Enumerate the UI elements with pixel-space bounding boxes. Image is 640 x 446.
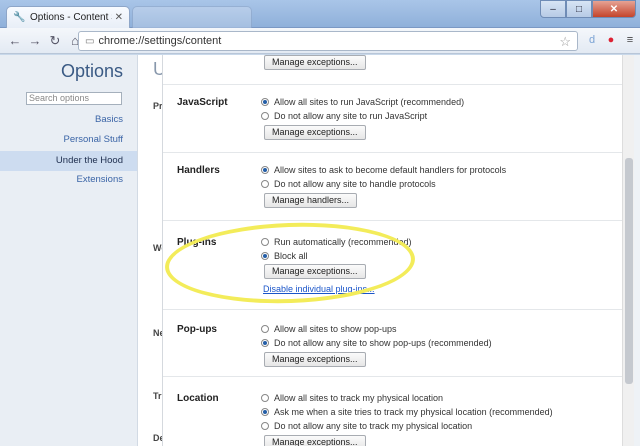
close-window-button[interactable]: ✕ xyxy=(592,0,636,18)
manage-handlers-button[interactable]: Manage handlers... xyxy=(264,193,358,208)
option-label: Do not allow any site to show pop-ups (r… xyxy=(274,338,492,348)
page-content: Options Search options Basics Personal S… xyxy=(0,55,640,446)
url-text: chrome://settings/content xyxy=(98,35,222,47)
back-icon[interactable]: ← xyxy=(6,32,24,50)
radio-unchecked-icon[interactable] xyxy=(261,422,269,430)
forward-icon[interactable]: → xyxy=(26,32,44,50)
wrench-menu-icon[interactable]: ≡ xyxy=(623,32,637,48)
radio-option[interactable]: Allow all sites to run JavaScript (recom… xyxy=(261,97,464,107)
tab-close-icon[interactable]: ✕ xyxy=(115,12,123,23)
option-label: Do not allow any site to run JavaScript xyxy=(274,111,428,121)
section-javascript: JavaScript Allow all sites to run JavaSc… xyxy=(163,84,623,152)
right-gutter xyxy=(634,55,640,446)
option-label: Do not allow any site to handle protocol… xyxy=(274,179,436,189)
tab-background[interactable] xyxy=(132,6,252,28)
reload-icon[interactable]: ↻ xyxy=(46,32,64,50)
wrench-icon: 🔧 xyxy=(13,11,26,23)
scrollbar-thumb[interactable] xyxy=(625,158,633,384)
section-handlers: Handlers Allow sites to ask to become de… xyxy=(163,152,623,220)
options-sidebar: Options Search options Basics Personal S… xyxy=(0,55,138,446)
manage-exceptions-button[interactable]: Manage exceptions... xyxy=(264,55,366,70)
section-location: Location Allow all sites to track my phy… xyxy=(163,376,623,446)
sidebar-item-extensions[interactable]: Extensions xyxy=(77,174,123,185)
radio-checked-icon[interactable] xyxy=(261,339,269,347)
extension-icons: d ● ≡ xyxy=(585,32,637,48)
radio-option[interactable]: Do not allow any site to run JavaScript xyxy=(261,111,427,121)
option-label: Do not allow any site to track my physic… xyxy=(274,421,473,431)
manage-exceptions-button[interactable]: Manage exceptions... xyxy=(264,352,366,367)
extension-d-icon[interactable]: d xyxy=(585,32,599,48)
tab-title: Options - Content Settings xyxy=(30,12,112,23)
section-label: JavaScript xyxy=(177,97,228,108)
sidebar-title: Options xyxy=(60,61,123,81)
radio-unchecked-icon[interactable] xyxy=(261,394,269,402)
bookmark-star-icon[interactable]: ☆ xyxy=(559,34,571,50)
radio-option[interactable]: Allow sites to ask to become default han… xyxy=(261,165,506,175)
minimize-button[interactable]: – xyxy=(540,0,566,18)
radio-option[interactable]: Ask me when a site tries to track my phy… xyxy=(261,407,553,417)
section-label: Pop-ups xyxy=(177,324,217,335)
background-label: Tr xyxy=(153,391,162,401)
radio-option[interactable]: Allow all sites to show pop-ups xyxy=(261,324,397,334)
sidebar-item-personal-stuff[interactable]: Personal Stuff xyxy=(63,134,123,145)
radio-checked-icon[interactable] xyxy=(261,166,269,174)
radio-checked-icon[interactable] xyxy=(261,98,269,106)
section-pop-ups: Pop-ups Allow all sites to show pop-ups … xyxy=(163,309,623,376)
search-options-input[interactable]: Search options xyxy=(26,92,122,105)
radio-unchecked-icon[interactable] xyxy=(261,180,269,188)
page-icon: ▭ xyxy=(85,35,95,47)
extension-red-icon[interactable]: ● xyxy=(604,32,618,48)
sidebar-item-under-the-hood[interactable]: Under the Hood xyxy=(0,151,137,171)
radio-checked-icon[interactable] xyxy=(261,408,269,416)
section-label: Location xyxy=(177,393,219,404)
radio-unchecked-icon[interactable] xyxy=(261,325,269,333)
sidebar-item-basics[interactable]: Basics xyxy=(95,114,123,125)
option-label: Allow all sites to run JavaScript (recom… xyxy=(274,97,465,107)
radio-option[interactable]: Do not allow any site to handle protocol… xyxy=(261,179,436,189)
browser-toolbar: ← → ↻ ⌂ ▭ chrome://settings/content ☆ d … xyxy=(0,28,640,54)
manage-exceptions-button[interactable]: Manage exceptions... xyxy=(264,435,366,446)
option-label: Ask me when a site tries to track my phy… xyxy=(274,407,553,417)
address-bar[interactable]: ▭ chrome://settings/content ☆ xyxy=(78,31,578,51)
maximize-button[interactable]: □ xyxy=(566,0,592,18)
radio-option[interactable]: Do not allow any site to track my physic… xyxy=(261,421,472,431)
option-label: Allow all sites to track my physical loc… xyxy=(274,393,444,403)
radio-option[interactable]: Do not allow any site to show pop-ups (r… xyxy=(261,338,492,348)
window-controls: – □ ✕ xyxy=(540,0,636,18)
radio-option[interactable]: Allow all sites to track my physical loc… xyxy=(261,393,443,403)
dialog-scrollbar[interactable] xyxy=(622,55,634,446)
background-page-fragment: U Pri We Ne Tr De xyxy=(139,55,166,446)
option-label: Allow all sites to show pop-ups xyxy=(274,324,397,334)
title-bar: 🔧 Options - Content Settings ✕ – □ ✕ xyxy=(0,0,640,28)
section-label: Handlers xyxy=(177,165,220,176)
option-label: Allow sites to ask to become default han… xyxy=(274,165,507,175)
manage-exceptions-button[interactable]: Manage exceptions... xyxy=(264,125,366,140)
radio-unchecked-icon[interactable] xyxy=(261,112,269,120)
tab-options-content-settings[interactable]: 🔧 Options - Content Settings ✕ xyxy=(6,6,130,28)
